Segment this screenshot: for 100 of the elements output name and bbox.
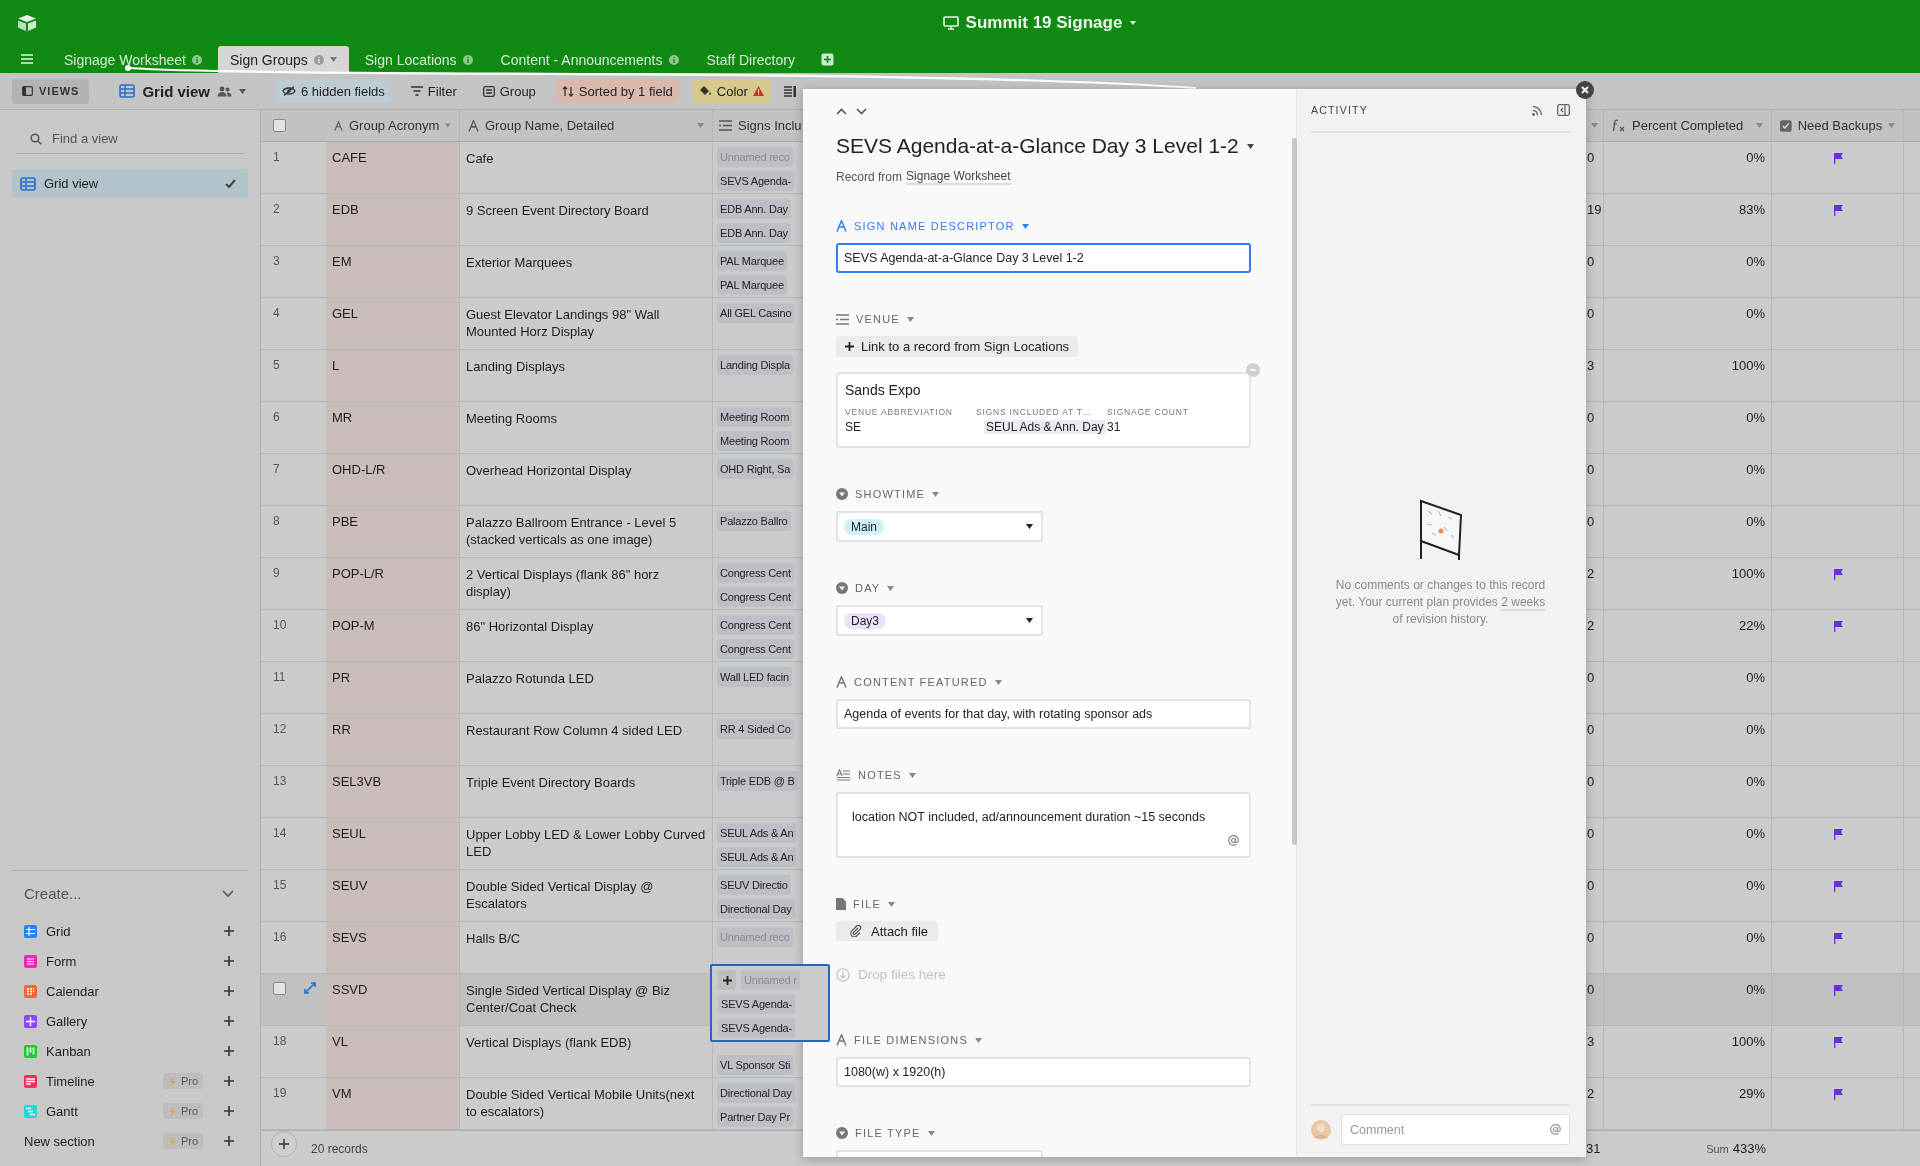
toolbar-button[interactable]: Sorted by 1 field (555, 79, 679, 103)
mention-icon[interactable] (1228, 835, 1239, 846)
record-chip[interactable]: VL Sponsor Sti (717, 1055, 794, 1075)
column-header[interactable]: Group Name, Detailed (460, 110, 713, 141)
toolbar-button[interactable]: Group (476, 79, 542, 103)
caret-icon (239, 88, 246, 94)
toolbar-button[interactable]: 6 hidden fields (276, 79, 391, 103)
menu-icon[interactable] (20, 53, 34, 65)
logo-icon[interactable] (17, 14, 37, 32)
record-chip[interactable]: Directional Day (717, 899, 795, 919)
create-view-item[interactable]: New section Pro (24, 1126, 234, 1156)
table-cell: Palazzo Rotunda LED (460, 662, 713, 713)
record-chip[interactable]: SEVS Agenda- (717, 171, 794, 191)
record-chip[interactable]: Meeting Room (717, 431, 793, 451)
plus-icon[interactable] (224, 1076, 234, 1086)
create-view-item[interactable]: Timeline Pro (24, 1066, 234, 1096)
table-tab[interactable]: Sign Locations (352, 46, 485, 73)
record-chip[interactable]: Triple EDB @ B (717, 771, 798, 791)
source-table-link[interactable]: Signage Worksheet (906, 169, 1011, 185)
flag-icon (1832, 1089, 1843, 1100)
create-view-item[interactable]: Grid (24, 916, 234, 946)
record-chip[interactable]: Palazzo Ballro (717, 511, 791, 531)
record-chip[interactable]: SEVS Agenda- (718, 1018, 795, 1038)
record-chip[interactable]: Directional Day (717, 1083, 795, 1103)
add-link-button[interactable] (718, 970, 736, 990)
mention-icon[interactable] (1550, 1124, 1561, 1135)
collapse-icon[interactable] (1557, 104, 1570, 116)
sidebar-icon (22, 86, 33, 96)
column-header[interactable]: Percent Completed (1604, 110, 1772, 141)
record-chip[interactable]: SEUV Directio (717, 875, 791, 895)
table-tab[interactable]: Sign Groups (217, 46, 349, 73)
add-record-button[interactable] (271, 1130, 297, 1157)
text-field[interactable]: Agenda of events for that day, with rotating sponsor ads (836, 699, 1251, 729)
record-chip[interactable]: Landing Displa (717, 355, 793, 375)
record-chip[interactable]: Congress Cent (717, 563, 794, 583)
plus-icon[interactable] (224, 956, 234, 966)
caret-icon[interactable] (1129, 19, 1138, 26)
record-chip[interactable]: Meeting Room (717, 407, 793, 427)
scrollbar[interactable] (1292, 138, 1297, 845)
toolbar-button[interactable]: Color (692, 79, 770, 103)
plus-icon[interactable] (224, 1106, 234, 1116)
select-all-checkbox[interactable] (273, 119, 286, 132)
notes-field[interactable]: location NOT included, ad/announcement duration ~15 seconds (836, 792, 1251, 858)
select-field[interactable]: Day3 (836, 605, 1043, 636)
column-header[interactable]: Signs Inclu (713, 110, 803, 141)
create-menu[interactable]: Create... (24, 885, 234, 902)
next-icon[interactable] (856, 107, 867, 115)
select-field[interactable]: Main (836, 511, 1043, 542)
table-cell: 0% (1604, 454, 1772, 505)
text-field[interactable]: 1080(w) x 1920(h) (836, 1057, 1251, 1087)
views-button[interactable]: VIEWS (12, 78, 90, 104)
rss-icon[interactable] (1532, 104, 1543, 116)
view-switcher[interactable]: Grid view (113, 81, 252, 101)
table-cell: 0% (1604, 506, 1772, 557)
table-tab[interactable]: Signage Worksheet (52, 46, 214, 73)
record-chip[interactable]: Congress Cent (717, 587, 794, 607)
record-chip[interactable]: EDB Ann. Day (717, 223, 791, 243)
record-chip[interactable]: SEVS Agenda- (718, 994, 795, 1014)
table-tab[interactable]: Content - Announcements (488, 46, 691, 73)
column-header[interactable]: Need Backups (1772, 110, 1904, 141)
table-cell: 2 Vertical Displays (flank 86" horz display) (460, 558, 713, 609)
plus-icon[interactable] (224, 1046, 234, 1056)
add-table-icon[interactable] (820, 53, 834, 66)
attach-file-button[interactable]: Attach file (836, 921, 939, 941)
record-chip[interactable]: Wall LED facin (717, 667, 792, 687)
record-chip[interactable]: Congress Cent (717, 639, 794, 659)
plus-icon[interactable] (224, 986, 234, 996)
summary-label: Sum (1706, 1143, 1729, 1155)
linked-records-editor[interactable]: Unnamed r SEVS Agenda- SEVS Agenda- (710, 964, 830, 1042)
linked-record-card[interactable]: Sands Expo VENUE ABBREVIATION SE SIGNS INCLUDED AT T… SEUL Ads & Ann. Day SIGNAGE COUNT 31 (836, 372, 1251, 448)
row-height-icon[interactable] (783, 85, 796, 97)
plus-icon[interactable] (224, 1136, 234, 1146)
record-chip[interactable]: RR 4 Sided Co (717, 719, 794, 739)
create-view-item[interactable]: Gantt Pro (24, 1096, 234, 1126)
view-item[interactable]: Grid view (12, 169, 248, 198)
plus-icon[interactable] (224, 926, 234, 936)
create-view-item[interactable]: Gallery (24, 1006, 234, 1036)
text-field[interactable]: SEVS Agenda-at-a-Glance Day 3 Level 1-2 (836, 243, 1251, 273)
create-view-item[interactable]: Calendar (24, 976, 234, 1006)
find-view-field[interactable]: Find a view (16, 124, 244, 154)
record-chip[interactable]: Partner Day Pr (717, 1107, 793, 1127)
create-view-item[interactable]: Kanban (24, 1036, 234, 1066)
caret-icon (1756, 123, 1763, 128)
record-chip[interactable]: Congress Cent (717, 615, 794, 635)
record-chip[interactable]: OHD Right, Sa (717, 459, 794, 479)
toolbar-button[interactable]: Filter (404, 79, 463, 103)
record-chip[interactable]: PAL Marquee (717, 251, 787, 271)
plus-icon[interactable] (224, 1016, 234, 1026)
expand-icon[interactable] (304, 982, 316, 994)
record-chip[interactable]: SEUL Ads & An (717, 847, 797, 867)
previous-icon[interactable] (836, 107, 847, 115)
create-view-item[interactable]: Form (24, 946, 234, 976)
record-chip[interactable]: PAL Marquee (717, 275, 787, 295)
row-checkbox[interactable] (273, 982, 286, 995)
link-record-button[interactable]: Link to a record from Sign Locations (836, 336, 1079, 357)
record-chip[interactable]: All GEL Casino (717, 303, 795, 323)
record-chip[interactable]: SEUL Ads & An (717, 823, 797, 843)
table-tab[interactable]: Staff Directory (694, 46, 807, 73)
record-chip[interactable]: EDB Ann. Day (717, 199, 791, 219)
summary-value: 31 (1586, 1141, 1601, 1156)
